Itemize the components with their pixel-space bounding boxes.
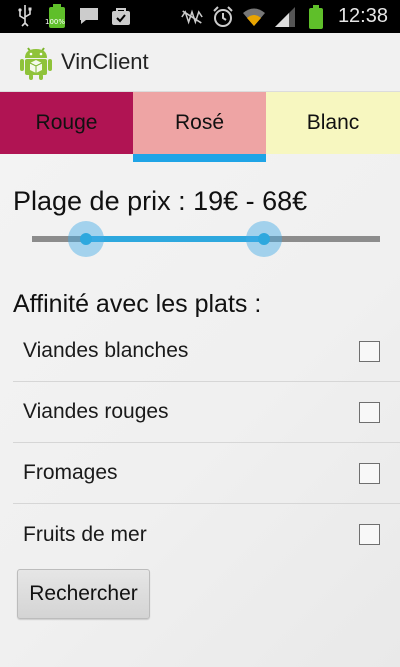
affinity-title: Affinité avec les plats : [13,290,262,318]
wifi-icon [242,6,265,28]
list-item-fromages[interactable]: Fromages [13,443,400,504]
slider-max-thumb[interactable] [246,221,283,257]
slider-active-range [85,236,265,242]
tab-label: Rouge [35,111,98,134]
battery-charging-icon [305,4,327,29]
signal-icon [274,6,296,28]
list-item-label: Fruits de mer [23,522,147,546]
usb-icon [14,5,36,27]
status-bar: 100% 12:38 [0,0,400,33]
price-range-slider[interactable] [32,221,380,257]
tab-rose[interactable]: Rosé [133,92,266,162]
price-range-label: Plage de prix : 19€ - 68€ [13,186,308,216]
battery-percent: 100% [45,18,66,26]
mute-icon [181,6,203,28]
tab-rouge[interactable]: Rouge [0,92,133,154]
list-item-label: Viandes blanches [23,339,189,362]
wine-type-tabs: Rouge Rosé Blanc [0,92,400,163]
list-item-label: Fromages [23,461,118,484]
tab-selected-indicator [133,154,266,162]
affinity-list: Viandes blanches Viandes rouges Fromages… [13,321,400,565]
tab-label: Blanc [306,111,360,134]
search-button[interactable]: Rechercher [17,569,150,619]
bag-icon [110,5,132,27]
checkbox[interactable] [359,341,380,362]
tab-blanc[interactable]: Blanc [266,92,400,154]
android-icon [19,44,53,80]
list-item-fruits-de-mer[interactable]: Fruits de mer [13,504,400,565]
checkbox[interactable] [359,402,380,423]
slider-min-thumb[interactable] [67,221,104,257]
action-bar: VinClient [0,33,400,92]
checkbox[interactable] [359,524,380,545]
clock: 12:38 [337,5,388,27]
list-item-viandes-blanches[interactable]: Viandes blanches [13,321,400,382]
list-item-viandes-rouges[interactable]: Viandes rouges [13,382,400,443]
message-icon [78,5,100,27]
tab-label: Rosé [174,111,225,134]
checkbox[interactable] [359,463,380,484]
app-title: VinClient [61,49,149,74]
alarm-icon [212,5,234,28]
battery-icon: 100% [45,4,68,28]
list-item-label: Viandes rouges [23,400,169,423]
